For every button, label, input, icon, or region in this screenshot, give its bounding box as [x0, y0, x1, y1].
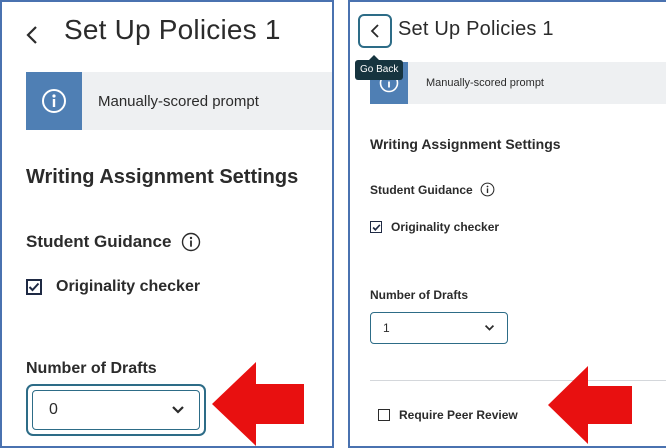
number-of-drafts-select[interactable]: 1: [370, 312, 508, 344]
info-circle-icon: [42, 89, 66, 113]
go-back-tooltip: Go Back: [355, 55, 404, 80]
red-arrow-icon: [548, 366, 632, 444]
section-title: Writing Assignment Settings: [26, 166, 299, 188]
chevron-left-icon: [26, 26, 37, 44]
drafts-selected-value: 0: [49, 401, 58, 418]
back-button[interactable]: [18, 18, 46, 52]
prompt-banner: Manually-scored prompt: [26, 72, 332, 130]
info-circle-icon[interactable]: [480, 182, 495, 197]
student-guidance-label: Student Guidance: [26, 232, 172, 251]
student-guidance-heading: Student Guidance: [370, 182, 495, 197]
info-circle-icon[interactable]: [181, 232, 201, 252]
number-of-drafts-select[interactable]: 0: [32, 390, 200, 430]
drafts-selected-value: 1: [383, 321, 390, 335]
originality-checker-option[interactable]: Originality checker: [370, 220, 499, 234]
red-arrow-icon: [212, 362, 304, 446]
require-peer-review-label: Require Peer Review: [399, 408, 518, 422]
originality-checker-label: Originality checker: [56, 278, 201, 295]
originality-checkbox[interactable]: [26, 279, 42, 295]
chevron-down-icon: [484, 325, 495, 331]
drafts-select-focus-ring: 0: [26, 384, 206, 436]
page-title: Set Up Policies 1: [398, 18, 554, 40]
originality-checker-option[interactable]: Originality checker: [26, 278, 200, 296]
checkmark-icon: [28, 282, 40, 292]
originality-checkbox[interactable]: [370, 221, 382, 233]
page-header: Set Up Policies 1: [2, 2, 332, 68]
number-of-drafts-label: Number of Drafts: [370, 288, 469, 302]
banner-info-box: [26, 72, 82, 130]
section-title: Writing Assignment Settings: [370, 136, 561, 152]
require-peer-review-option[interactable]: Require Peer Review: [378, 408, 518, 422]
banner-text: Manually-scored prompt: [98, 92, 259, 110]
chevron-left-icon: [370, 24, 379, 38]
student-guidance-heading: Student Guidance: [26, 232, 201, 252]
back-button[interactable]: [358, 14, 392, 48]
originality-checker-label: Originality checker: [391, 220, 500, 234]
student-guidance-label: Student Guidance: [370, 182, 473, 197]
banner-text: Manually-scored prompt: [426, 77, 544, 89]
peer-review-checkbox[interactable]: [378, 409, 390, 421]
checkmark-icon: [372, 223, 380, 231]
page-title: Set Up Policies 1: [64, 14, 281, 45]
prompt-banner: Manually-scored prompt: [370, 62, 666, 104]
chevron-down-icon: [172, 406, 184, 414]
number-of-drafts-label: Number of Drafts: [26, 360, 157, 377]
